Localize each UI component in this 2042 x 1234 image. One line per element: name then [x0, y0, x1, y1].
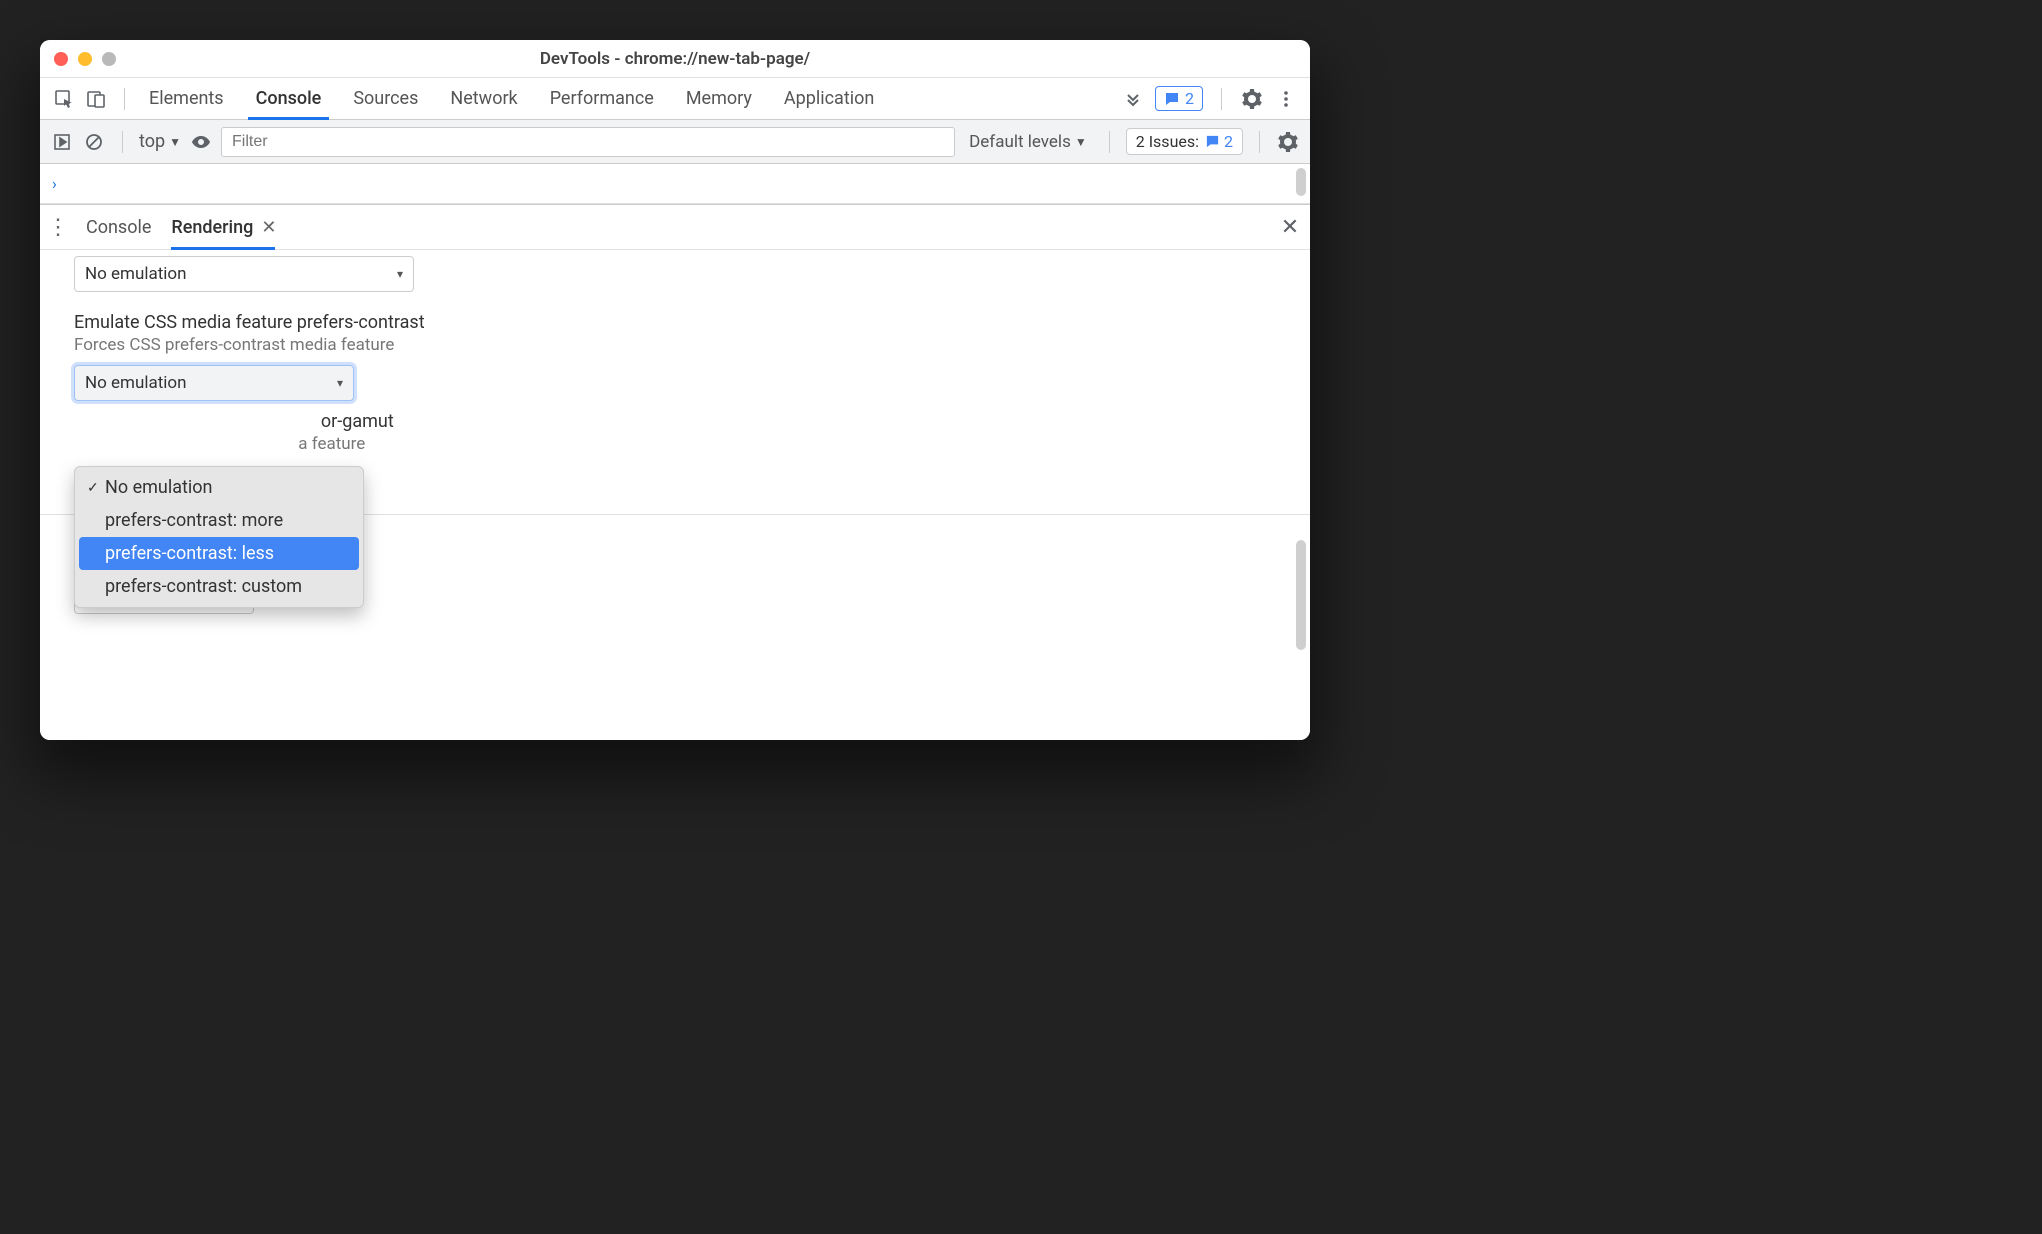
tab-memory[interactable]: Memory — [670, 78, 768, 119]
caret-down-icon: ▼ — [1075, 135, 1087, 149]
drawer-tab-label: Rendering — [171, 217, 253, 238]
inspect-element-icon[interactable] — [52, 87, 76, 111]
rendering-section-prefers-contrast: Emulate CSS media feature prefers-contra… — [40, 302, 1310, 411]
message-icon — [1205, 134, 1220, 149]
tab-application[interactable]: Application — [768, 78, 890, 119]
option-label: No emulation — [105, 477, 212, 498]
rendering-section-top: No emulation ▾ — [40, 250, 1310, 302]
option-label: prefers-contrast: more — [105, 510, 283, 531]
section-subtitle: Forces CSS prefers-contrast media featur… — [74, 335, 1276, 355]
tab-elements[interactable]: Elements — [133, 78, 240, 119]
drawer-tab-console[interactable]: Console — [76, 205, 161, 249]
rendering-panel: No emulation ▾ Emulate CSS media feature… — [40, 250, 1310, 740]
left-toolbar-icons — [46, 78, 116, 119]
right-toolbar: 2 — [1121, 78, 1304, 119]
separator — [1109, 131, 1110, 153]
drawer-kebab-icon[interactable]: ⋮ — [40, 205, 76, 249]
caret-down-icon: ▾ — [397, 267, 403, 281]
separator — [122, 131, 123, 153]
separator — [1259, 131, 1260, 153]
maximize-window-button[interactable] — [102, 52, 116, 66]
more-tabs-icon[interactable] — [1121, 87, 1145, 111]
dropdown-option[interactable]: prefers-contrast: custom — [79, 570, 359, 603]
prefers-contrast-dropdown: No emulation prefers-contrast: more pref… — [74, 466, 364, 608]
tab-network[interactable]: Network — [434, 78, 533, 119]
tab-label: Console — [256, 88, 322, 109]
window-title: DevTools - chrome://new-tab-page/ — [40, 49, 1310, 69]
drawer-tab-label: Console — [86, 217, 151, 238]
issues-label: 2 Issues: — [1136, 132, 1199, 151]
dropdown-option[interactable]: No emulation — [79, 471, 359, 504]
minimize-window-button[interactable] — [78, 52, 92, 66]
section-title-partial: or-gamut — [321, 411, 394, 432]
filter-input[interactable] — [221, 127, 955, 157]
caret-down-icon: ▼ — [169, 135, 181, 149]
select-value: No emulation — [85, 264, 187, 284]
tab-performance[interactable]: Performance — [534, 78, 670, 119]
section-subtitle-partial: a feature — [298, 434, 365, 454]
context-selector[interactable]: top ▼ — [139, 131, 181, 152]
settings-gear-icon[interactable] — [1276, 130, 1300, 154]
tab-label: Performance — [550, 88, 654, 109]
levels-label: Default levels — [969, 132, 1071, 152]
tab-label: Sources — [353, 88, 418, 109]
close-window-button[interactable] — [54, 52, 68, 66]
eye-icon[interactable] — [189, 130, 213, 154]
console-toolbar: top ▼ Default levels ▼ 2 Issues: 2 — [40, 120, 1310, 164]
tab-label: Elements — [149, 88, 224, 109]
log-levels-selector[interactable]: Default levels ▼ — [963, 132, 1093, 152]
drawer-tab-strip: ⋮ Console Rendering ✕ ✕ — [40, 204, 1310, 250]
dropdown-option[interactable]: prefers-contrast: more — [79, 504, 359, 537]
dropdown-option[interactable]: prefers-contrast: less — [79, 537, 359, 570]
console-body[interactable]: › — [40, 164, 1310, 204]
tab-label: Network — [450, 88, 517, 109]
rendering-section-color-gamut: Emulate CSS media feature color-gamut Fo… — [40, 411, 1310, 464]
tab-label: Memory — [686, 88, 752, 109]
scrollbar-thumb[interactable] — [1296, 168, 1306, 196]
clear-console-icon[interactable] — [82, 130, 106, 154]
context-label: top — [139, 131, 165, 152]
chevron-right-icon: › — [52, 174, 57, 193]
drawer-tab-rendering[interactable]: Rendering ✕ — [161, 205, 286, 249]
settings-gear-icon[interactable] — [1240, 87, 1264, 111]
play-icon[interactable] — [50, 130, 74, 154]
close-drawer-icon[interactable]: ✕ — [1270, 205, 1310, 249]
kebab-menu-icon[interactable] — [1274, 87, 1298, 111]
issues-count: 2 — [1224, 132, 1233, 151]
option-label: prefers-contrast: less — [105, 543, 274, 564]
caret-down-icon: ▾ — [337, 376, 343, 390]
device-toolbar-icon[interactable] — [84, 87, 108, 111]
main-tab-strip: Elements Console Sources Network Perform… — [40, 78, 1310, 120]
errors-chip[interactable]: 2 — [1155, 86, 1203, 111]
issues-pill[interactable]: 2 Issues: 2 — [1126, 128, 1243, 155]
tab-label: Application — [784, 88, 874, 109]
window-titlebar: DevTools - chrome://new-tab-page/ — [40, 40, 1310, 78]
select-value: No emulation — [85, 373, 187, 393]
separator — [1221, 88, 1222, 110]
close-tab-icon[interactable]: ✕ — [261, 217, 276, 238]
separator — [124, 88, 125, 110]
tab-console[interactable]: Console — [240, 78, 338, 119]
scrollbar-thumb[interactable] — [1296, 540, 1306, 650]
console-toolbar-left: top ▼ — [50, 130, 213, 154]
select-generic[interactable]: No emulation ▾ — [74, 256, 414, 292]
option-label: prefers-contrast: custom — [105, 576, 302, 597]
select-prefers-contrast[interactable]: No emulation ▾ — [74, 365, 354, 401]
tab-sources[interactable]: Sources — [337, 78, 434, 119]
devtools-window: DevTools - chrome://new-tab-page/ Elemen… — [40, 40, 1310, 740]
errors-count: 2 — [1185, 89, 1194, 108]
section-title: Emulate CSS media feature prefers-contra… — [74, 312, 1276, 333]
traffic-lights — [40, 52, 116, 66]
message-icon — [1164, 91, 1180, 107]
